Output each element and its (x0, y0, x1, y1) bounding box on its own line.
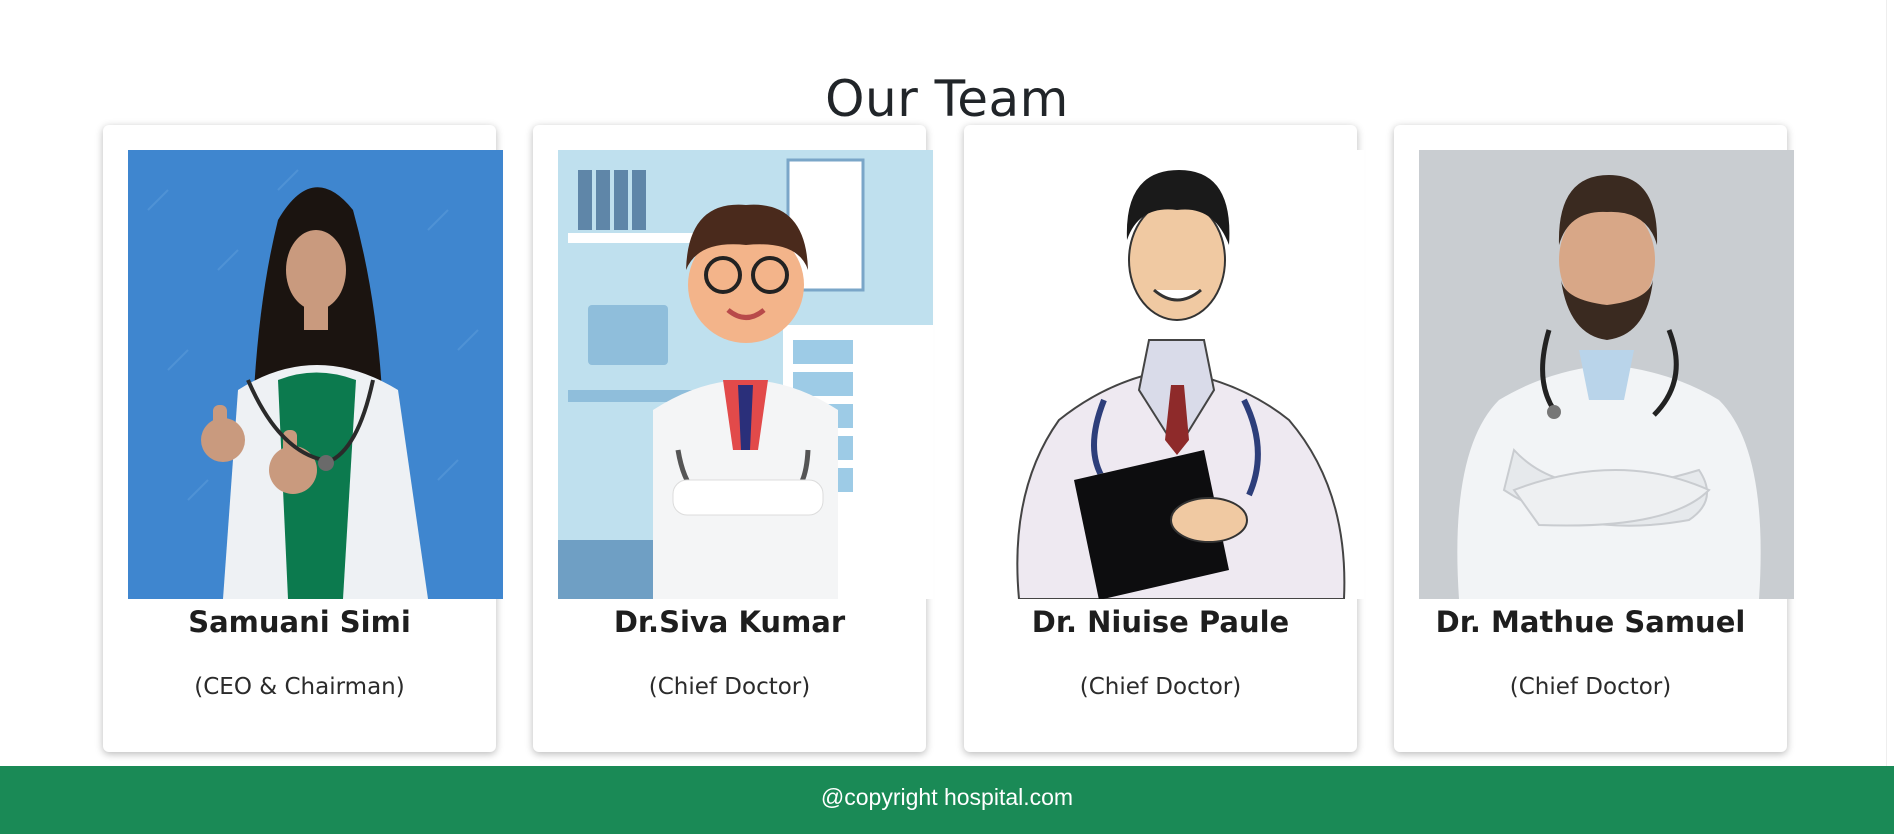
team-card: Dr.Siva Kumar (Chief Doctor) (533, 125, 933, 752)
team-card: Dr. Mathue Samuel (Chief Doctor) (1394, 125, 1794, 752)
team-member-name: Samuani Simi (188, 605, 411, 639)
team-member-photo (128, 150, 503, 599)
team-member-name: Dr.Siva Kumar (613, 605, 846, 639)
team-member-role: (Chief Doctor) (1509, 674, 1672, 700)
doctor-cartoon-photo (558, 150, 933, 599)
doctor-man-photo (1419, 150, 1794, 599)
team-card: Dr. Niuise Paule (Chief Doctor) (964, 125, 1364, 752)
team-member-role: (Chief Doctor) (648, 674, 811, 700)
section-title: Our Team (825, 69, 1069, 128)
footer: @copyright hospital.com (0, 766, 1894, 834)
team-page: Our Team Samuani Simi (CEO & Chairman) D… (0, 0, 1894, 834)
team-member-name: Dr. Mathue Samuel (1435, 605, 1746, 639)
team-member-role: (CEO & Chairman) (194, 674, 405, 700)
doctor-woman-photo (128, 150, 503, 599)
copyright-text: @copyright hospital.com (820, 784, 1074, 810)
team-member-name: Dr. Niuise Paule (1031, 605, 1290, 639)
doctor-illustration-photo (989, 150, 1364, 599)
team-member-photo (989, 150, 1364, 599)
team-member-photo (1419, 150, 1794, 599)
team-card: Samuani Simi (CEO & Chairman) (103, 125, 503, 752)
team-member-role: (Chief Doctor) (1079, 674, 1242, 700)
team-member-photo (558, 150, 933, 599)
